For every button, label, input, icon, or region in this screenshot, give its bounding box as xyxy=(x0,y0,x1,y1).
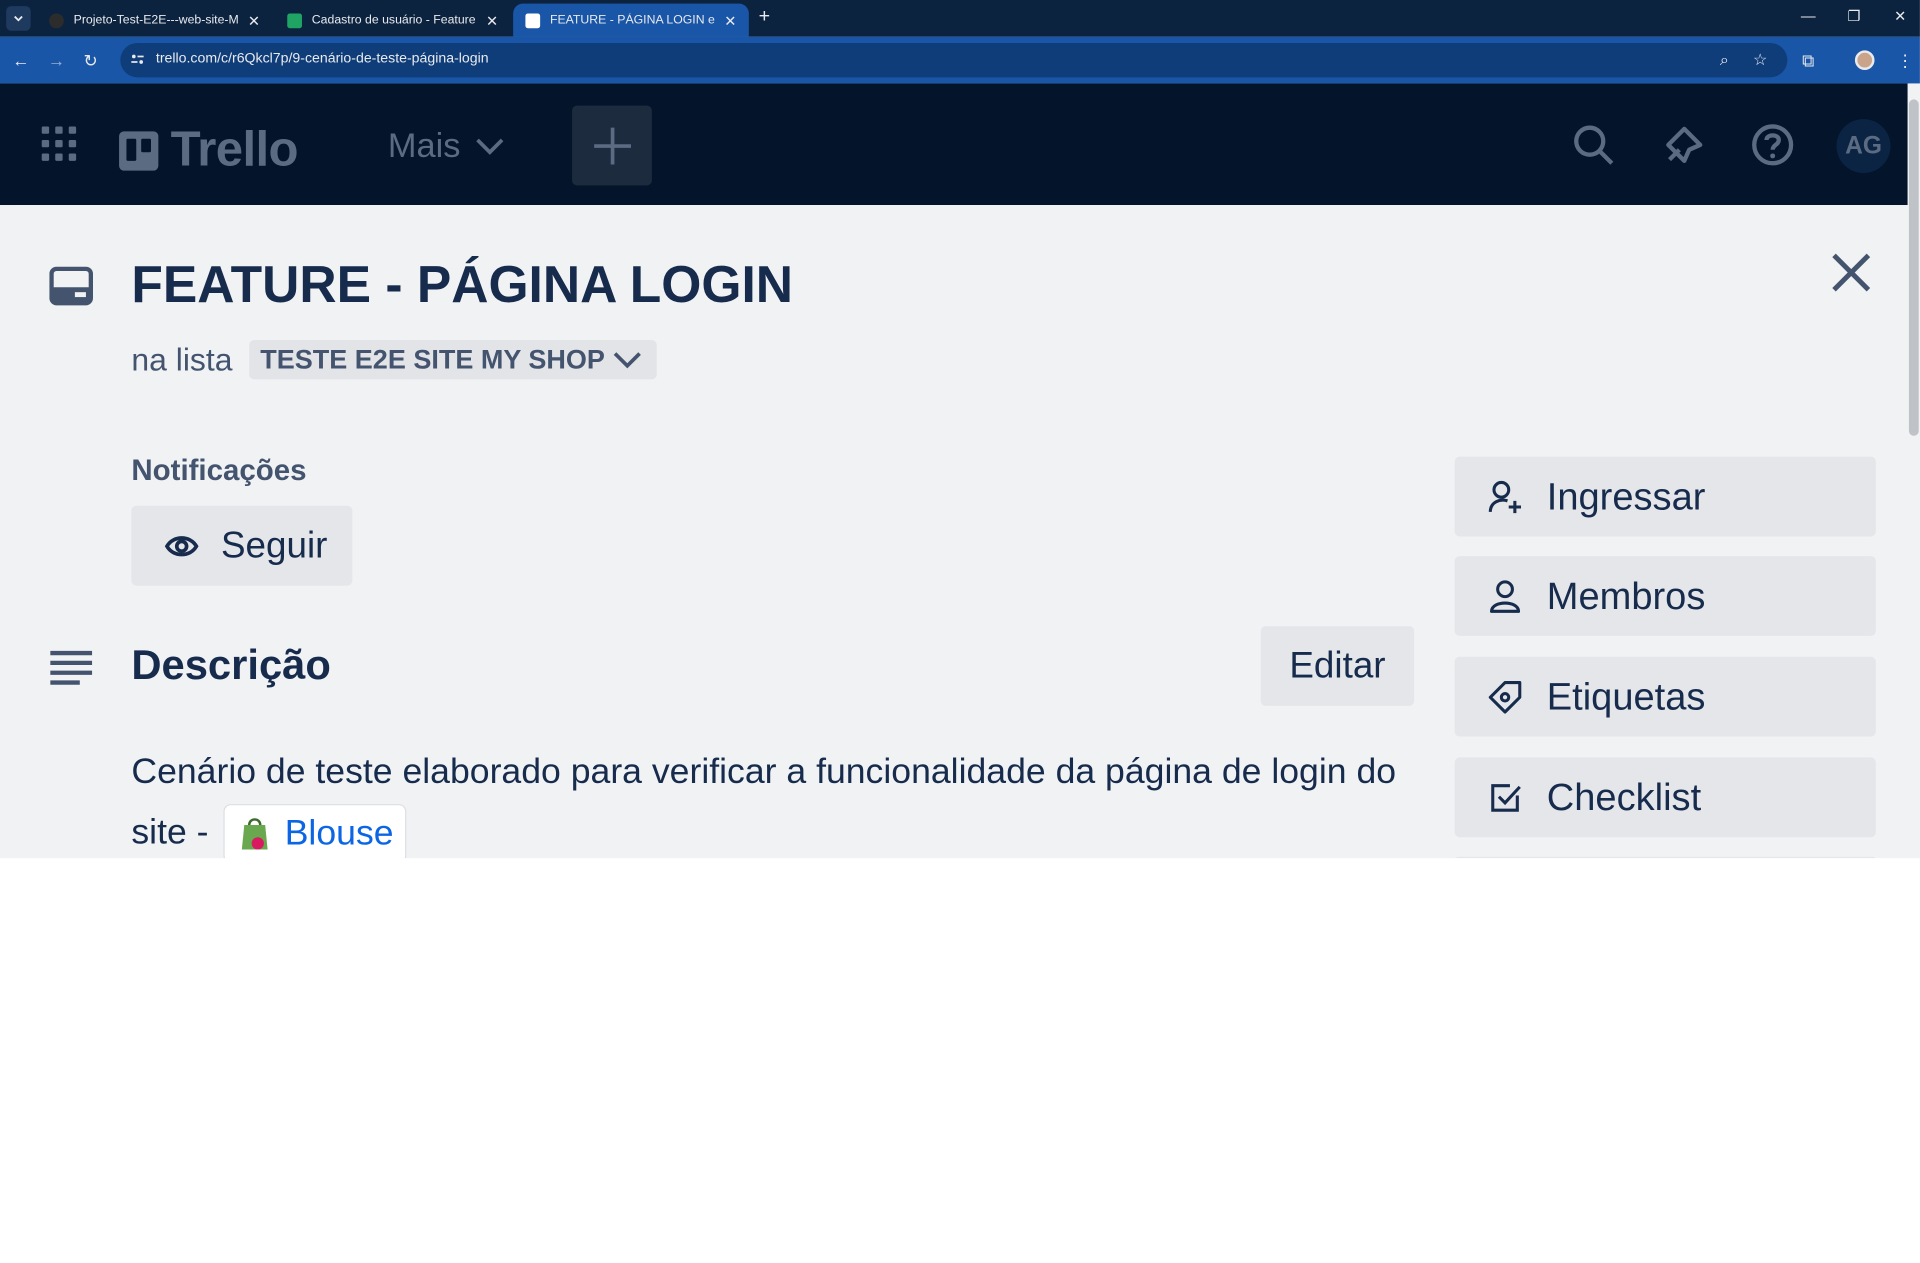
labels-button[interactable]: Etiquetas xyxy=(1454,656,1876,737)
trello-logo[interactable]: Trello xyxy=(119,123,299,178)
checkbox-icon xyxy=(1491,783,1521,812)
close-tab-icon[interactable]: ✕ xyxy=(248,12,260,29)
close-window-icon[interactable]: ✕ xyxy=(1894,7,1906,24)
menu-kebab-icon[interactable]: ⋮ xyxy=(1897,49,1914,71)
browser-tab-strip: Projeto-Test-E2E---web-site-My ✕ Cadastr… xyxy=(0,0,1920,37)
members-label: Membros xyxy=(1546,573,1706,617)
help-icon[interactable] xyxy=(1751,123,1795,167)
browser-tab[interactable]: Projeto-Test-E2E---web-site-My ✕ xyxy=(37,4,273,37)
in-list-prefix: na lista xyxy=(131,341,233,379)
more-menu-label: Mais xyxy=(387,126,461,165)
list-name: TESTE E2E SITE MY SHOP xyxy=(260,343,605,375)
more-menu-button[interactable]: Mais xyxy=(388,126,505,165)
back-icon[interactable]: ← xyxy=(12,49,29,71)
bookmark-star-icon[interactable]: ☆ xyxy=(1753,50,1767,70)
tab-search-icon[interactable] xyxy=(6,6,31,31)
edit-description-button[interactable]: Editar xyxy=(1260,626,1415,706)
follow-label: Seguir xyxy=(220,524,328,566)
reload-icon[interactable]: ↻ xyxy=(83,49,97,71)
card-detail-dialog: FEATURE - PÁGINA LOGIN na lista TESTE E2… xyxy=(0,205,1908,859)
eye-icon xyxy=(164,535,199,556)
join-label: Ingressar xyxy=(1546,474,1706,518)
labels-label: Etiquetas xyxy=(1546,674,1706,718)
zoom-icon[interactable]: ⌕ xyxy=(1720,50,1729,70)
minimize-icon[interactable]: — xyxy=(1801,7,1816,24)
trello-logo-mark-icon xyxy=(119,130,159,171)
address-bar[interactable]: trello.com/c/r6Qkcl7p/9-cenário-de-teste… xyxy=(120,42,1788,78)
chevron-down-icon xyxy=(613,352,641,369)
close-tab-icon[interactable]: ✕ xyxy=(486,12,498,29)
trello-header: Trello Mais AG xyxy=(0,83,1908,206)
github-favicon-icon xyxy=(49,12,64,28)
site-info-icon[interactable] xyxy=(130,52,145,67)
members-button[interactable]: Membros xyxy=(1454,556,1876,636)
tag-icon xyxy=(1488,680,1522,713)
sidebar-next-button[interactable] xyxy=(1454,856,1876,859)
new-tab-icon[interactable]: + xyxy=(759,6,770,28)
join-button[interactable]: Ingressar xyxy=(1454,456,1876,537)
card-title[interactable]: FEATURE - PÁGINA LOGIN xyxy=(131,255,793,314)
close-icon[interactable] xyxy=(1827,248,1876,297)
restore-icon[interactable]: ❐ xyxy=(1848,7,1861,24)
checklist-button[interactable]: Checklist xyxy=(1454,757,1876,838)
checklist-label: Checklist xyxy=(1546,775,1702,819)
avatar[interactable]: AG xyxy=(1836,119,1891,174)
browser-tab[interactable]: Cadastro de usuário - Feature - ✕ xyxy=(275,4,511,37)
forward-icon[interactable]: → xyxy=(48,49,65,71)
plus-icon xyxy=(593,127,631,164)
scrollbar-thumb[interactable] xyxy=(1908,99,1919,436)
extensions-icon[interactable]: ⧉ xyxy=(1802,49,1814,71)
app-switcher-icon[interactable] xyxy=(41,126,77,161)
scrollbar[interactable] xyxy=(1907,83,1920,859)
description-icon xyxy=(50,650,93,685)
blouse-link[interactable]: Blouse xyxy=(223,804,406,859)
url-text: trello.com/c/r6Qkcl7p/9-cenário-de-teste… xyxy=(155,51,489,67)
megaphone-icon[interactable] xyxy=(1662,123,1706,167)
search-icon[interactable] xyxy=(1571,123,1615,167)
description-heading: Descrição xyxy=(131,642,331,689)
trello-favicon-icon xyxy=(525,12,541,28)
follow-button[interactable]: Seguir xyxy=(131,505,353,586)
blouse-link-label: Blouse xyxy=(284,813,394,853)
user-plus-icon xyxy=(1488,480,1521,513)
description-body[interactable]: Cenário de teste elaborado para verifica… xyxy=(131,743,1408,859)
list-selector-button[interactable]: TESTE E2E SITE MY SHOP xyxy=(249,340,657,380)
profile-avatar[interactable] xyxy=(1854,50,1875,70)
chevron-down-icon xyxy=(476,138,504,155)
shopping-bag-icon xyxy=(241,818,268,850)
browser-tab-active[interactable]: FEATURE - PÁGINA LOGIN em ( ✕ xyxy=(513,3,749,37)
create-button[interactable] xyxy=(572,105,652,186)
card-icon xyxy=(49,266,93,306)
user-icon xyxy=(1489,579,1521,613)
browser-toolbar: ← → ↻ trello.com/c/r6Qkcl7p/9-cenário-de… xyxy=(0,36,1920,84)
close-tab-icon[interactable]: ✕ xyxy=(724,12,736,29)
sheets-favicon-icon xyxy=(287,12,302,28)
page-content: Trello Mais AG FEATURE - PÁGINA LOGIN na… xyxy=(0,83,1920,859)
notifications-label: Notificações xyxy=(131,454,307,488)
